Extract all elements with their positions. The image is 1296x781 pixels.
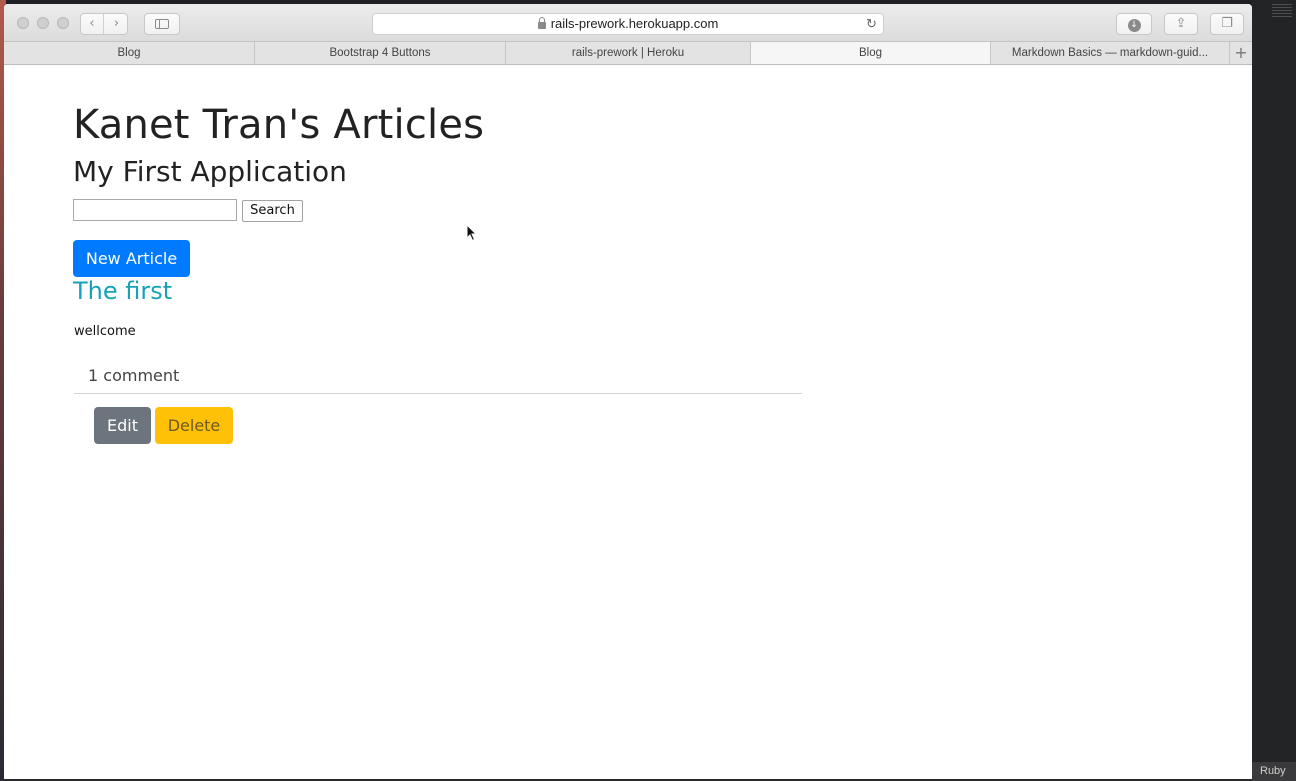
chevron-left-icon: ‹: [89, 16, 95, 31]
divider: [74, 393, 802, 394]
tab-blog[interactable]: Blog: [4, 42, 255, 64]
page-title: Kanet Tran's Articles: [73, 102, 485, 148]
comment-count: 1 comment: [88, 366, 180, 385]
tab-heroku[interactable]: rails-prework | Heroku: [506, 42, 751, 64]
browser-toolbar: ‹ › rails-prework.herokuapp.com ↻ ↓ ⇪ ❐: [4, 4, 1252, 42]
sidebar-icon: [155, 19, 169, 29]
minimize-window-button[interactable]: [37, 17, 49, 29]
search-button[interactable]: Search: [242, 200, 303, 222]
tab-bar: Blog Bootstrap 4 Buttons rails-prework |…: [4, 42, 1252, 65]
article-title-link[interactable]: The first: [73, 277, 172, 305]
delete-button[interactable]: Delete: [155, 407, 233, 444]
search-input[interactable]: [73, 199, 237, 221]
chevron-right-icon: ›: [113, 16, 120, 31]
tab-blog-active[interactable]: Blog: [751, 42, 991, 64]
mouse-cursor-icon: [466, 224, 478, 242]
tab-bootstrap-buttons[interactable]: Bootstrap 4 Buttons: [255, 42, 506, 64]
url-text: rails-prework.herokuapp.com: [550, 16, 719, 31]
address-bar[interactable]: rails-prework.herokuapp.com ↻: [372, 13, 884, 35]
close-window-button[interactable]: [17, 17, 29, 29]
tab-markdown-basics[interactable]: Markdown Basics — markdown-guid...: [991, 42, 1230, 64]
back-button[interactable]: ‹: [81, 14, 104, 34]
new-tab-button[interactable]: +: [1230, 42, 1252, 64]
share-icon: ⇪: [1175, 16, 1187, 31]
sidebar-toggle-button[interactable]: [144, 13, 180, 35]
reload-icon[interactable]: ↻: [865, 17, 878, 31]
editor-language-status[interactable]: Ruby: [1252, 762, 1296, 781]
download-icon: ↓: [1127, 19, 1141, 32]
show-tabs-button[interactable]: ❐: [1210, 13, 1244, 35]
tabs-overview-icon: ❐: [1221, 16, 1233, 31]
browser-window: ‹ › rails-prework.herokuapp.com ↻ ↓ ⇪ ❐ …: [4, 4, 1252, 779]
page-subtitle: My First Application: [73, 155, 347, 188]
edit-button[interactable]: Edit: [94, 407, 151, 444]
zoom-window-button[interactable]: [57, 17, 69, 29]
editor-side-panel: [1252, 0, 1296, 781]
forward-button[interactable]: ›: [105, 14, 128, 34]
lock-icon: [537, 17, 546, 29]
share-button[interactable]: ⇪: [1164, 13, 1198, 35]
editor-minimap: [1272, 4, 1292, 18]
new-article-button[interactable]: New Article: [73, 240, 190, 277]
history-nav: ‹ ›: [80, 13, 128, 35]
downloads-button[interactable]: ↓: [1116, 13, 1152, 35]
page-content: Kanet Tran's Articles My First Applicati…: [4, 66, 1252, 779]
article-body: wellcome: [74, 324, 136, 339]
